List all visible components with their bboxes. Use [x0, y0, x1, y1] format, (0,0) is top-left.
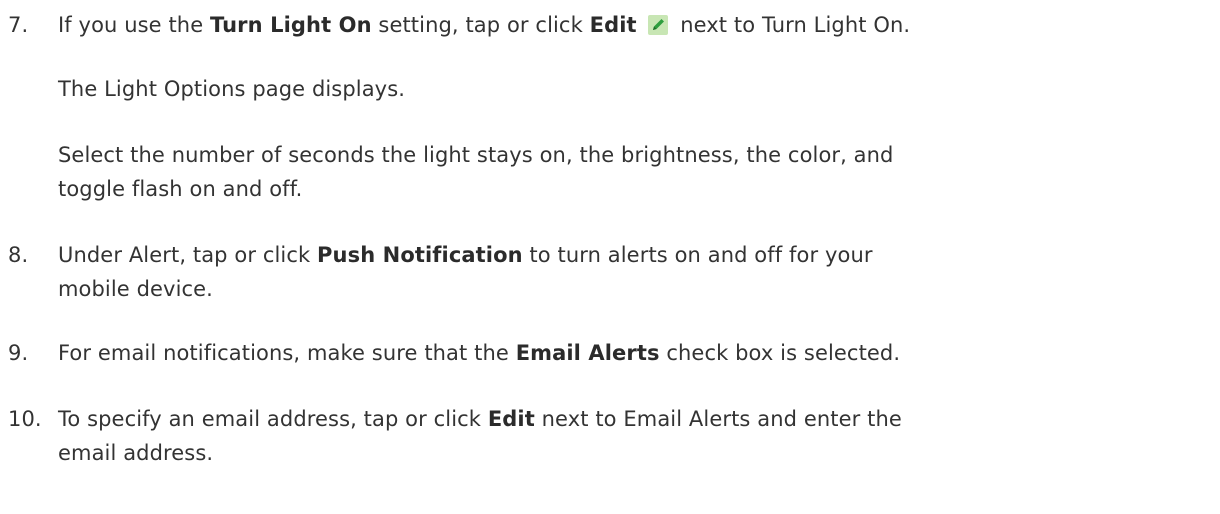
step-number: 10.	[8, 407, 42, 431]
edit-pencil-icon	[648, 15, 669, 35]
push-notification-label: Push Notification	[317, 243, 523, 267]
step-text-post: next to Email Alerts and enter the	[534, 407, 902, 431]
step-number: 8.	[8, 243, 29, 267]
step-text: Under Alert, tap or click Push Notificat…	[58, 238, 1208, 272]
step-text-post: check box is selected.	[659, 341, 901, 365]
step-text: If you use the Turn Light On setting, ta…	[58, 8, 1208, 42]
step-number: 7.	[8, 13, 29, 37]
step-text: To specify an email address, tap or clic…	[58, 402, 1208, 436]
step-text-pre: For email notifications, make sure that …	[58, 341, 516, 365]
step-text-pre: To specify an email address, tap or clic…	[58, 407, 488, 431]
light-options-instructions-line1: Select the number of seconds the light s…	[58, 143, 894, 167]
edit-label: Edit	[487, 407, 535, 431]
light-options-instructions-line2: toggle flash on and off.	[58, 177, 303, 201]
email-alerts-label: Email Alerts	[515, 341, 660, 365]
step-text-mid: setting, tap or click	[371, 13, 590, 37]
light-options-note: The Light Options page displays.	[58, 77, 406, 101]
turn-light-on-label: Turn Light On	[210, 13, 372, 37]
step-text-post: to turn alerts on and off for your	[522, 243, 873, 267]
step-text-line2: email address.	[58, 441, 214, 465]
step-number: 9.	[8, 341, 29, 365]
step-text-post: next to Turn Light On.	[673, 13, 911, 37]
step-text: For email notifications, make sure that …	[58, 336, 1208, 370]
edit-label: Edit	[589, 13, 637, 37]
step-text-line2: mobile device.	[58, 277, 213, 301]
step-text-pre: Under Alert, tap or click	[58, 243, 318, 267]
step-text-pre: If you use the	[58, 13, 211, 37]
